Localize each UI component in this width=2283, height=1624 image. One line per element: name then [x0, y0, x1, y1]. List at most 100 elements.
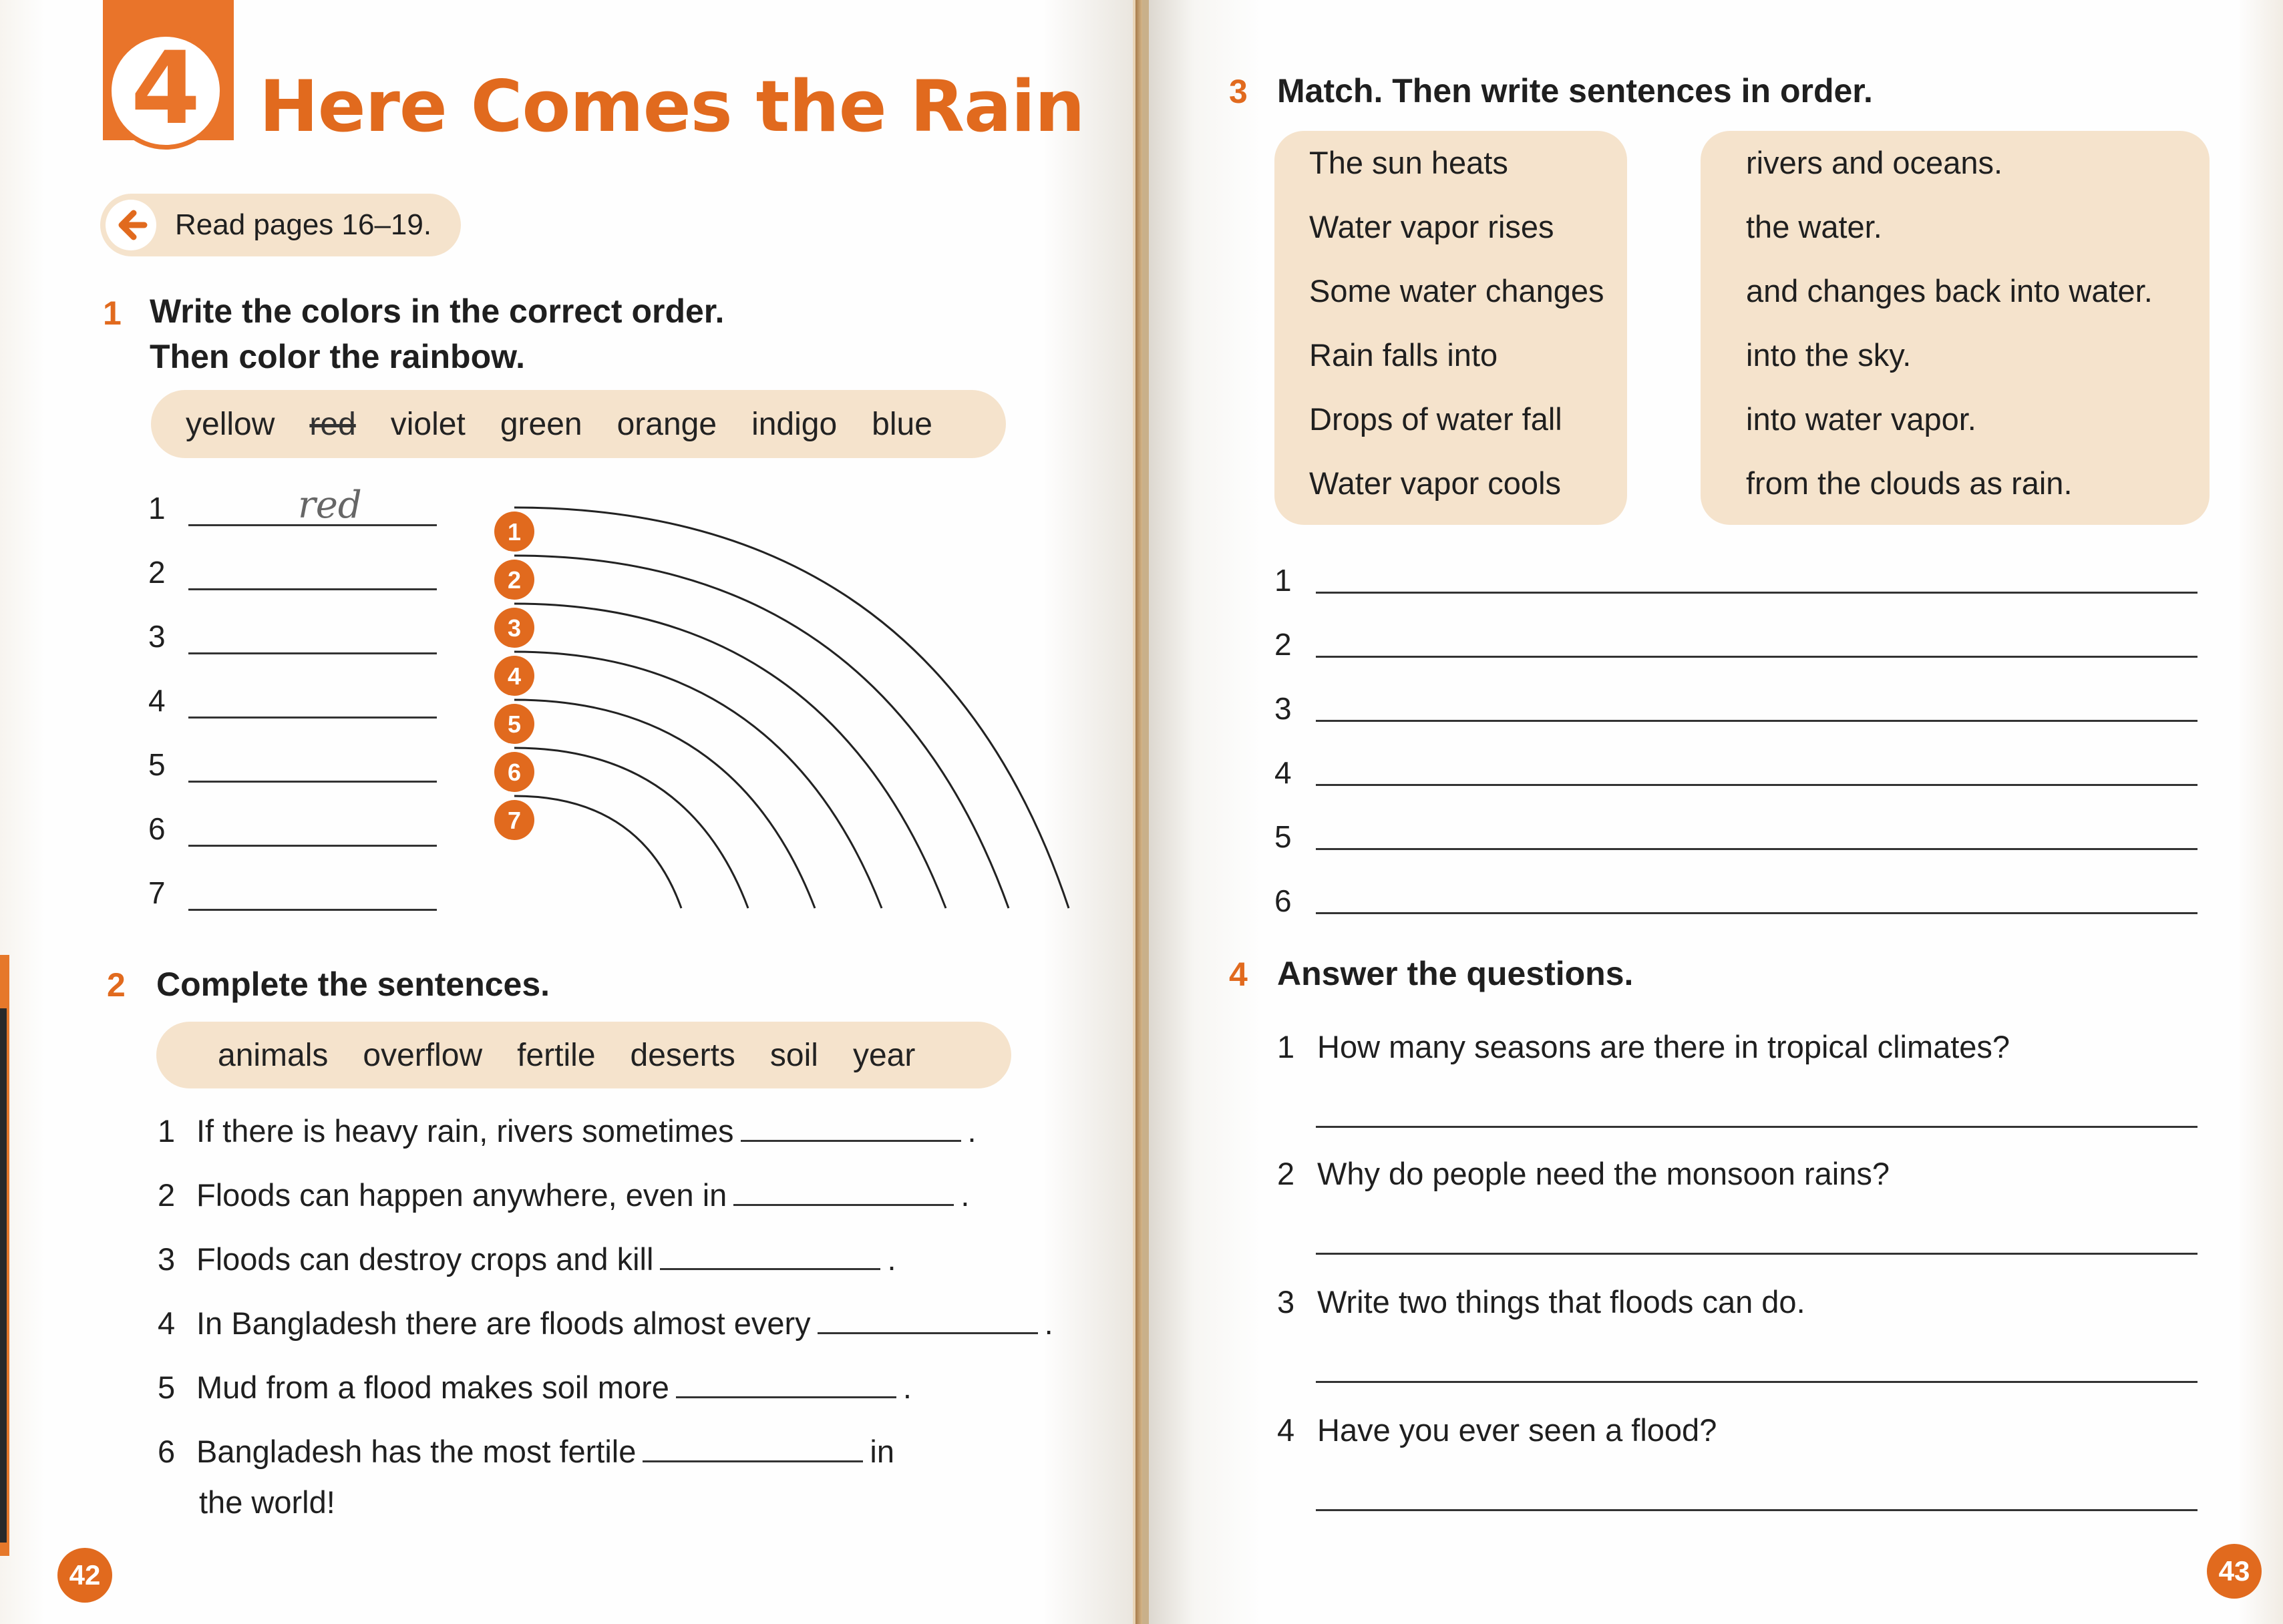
answer-write-line[interactable] — [1316, 1253, 2198, 1255]
svg-text:5: 5 — [508, 710, 521, 738]
answer-write-line[interactable] — [1316, 1126, 2198, 1128]
rainbow-diagram[interactable]: 1 2 3 4 5 6 7 — [468, 494, 1082, 922]
match-left-item[interactable]: Water vapor cools — [1309, 465, 1561, 501]
section-1-number: 1 — [103, 294, 122, 332]
match-right-item[interactable]: into water vapor. — [1746, 401, 1976, 437]
sentence-3[interactable]: 3 Floods can destroy crops and kill. — [158, 1239, 896, 1279]
sentence-write-line[interactable] — [1316, 848, 2198, 850]
word-bank-item: overflow — [363, 1037, 483, 1073]
sentence-6[interactable]: 6 Bangladesh has the most fertile in the w… — [158, 1432, 894, 1522]
left-page: 4 Here Comes the Rain Read pages 16–19. … — [0, 0, 1142, 1624]
sentence-blank[interactable] — [675, 1370, 896, 1398]
answer-write-line[interactable] — [1316, 1381, 2198, 1383]
question-number: 2 — [1277, 1156, 1295, 1191]
sentence-end: . — [902, 1370, 912, 1405]
sentence-text: Floods can happen anywhere, even in — [196, 1177, 727, 1213]
arrow-left-icon — [106, 200, 156, 250]
sentence-write-line[interactable] — [1316, 784, 2198, 786]
sentence-blank[interactable] — [740, 1113, 961, 1142]
word-bank-item: indigo — [751, 406, 838, 442]
sentence-line-number: 1 — [1274, 563, 1292, 598]
match-right-item[interactable]: and changes back into water. — [1746, 272, 2153, 309]
sentence-blank[interactable] — [733, 1177, 954, 1206]
match-right-item[interactable]: rivers and oceans. — [1746, 144, 2002, 181]
read-pages-note: Read pages 16–19. — [100, 194, 461, 256]
sentence-text: Floods can destroy crops and kill — [196, 1241, 654, 1277]
sentence-4[interactable]: 4 In Bangladesh there are floods almost e… — [158, 1303, 1053, 1344]
sentence-end: . — [887, 1241, 896, 1277]
answer-line[interactable] — [188, 555, 437, 590]
section-2-number: 2 — [107, 966, 126, 1004]
color-answer-row[interactable]: 3 — [148, 618, 437, 654]
word-bank-item: animals — [218, 1037, 329, 1073]
sentence-line-number: 6 — [1274, 883, 1292, 918]
question-text: Why do people need the monsoon rains? — [1317, 1156, 1890, 1191]
sentence-line-number: 4 — [1274, 755, 1292, 790]
sentence-line-number: 3 — [1274, 691, 1292, 726]
sentence-write-line[interactable] — [1316, 656, 2198, 658]
read-pages-text: Read pages 16–19. — [175, 208, 432, 241]
answer-line[interactable] — [188, 875, 437, 911]
rainbow-label-4: 4 — [494, 656, 534, 696]
sentence-1[interactable]: 1 If there is heavy rain, rivers sometime… — [158, 1111, 977, 1151]
word-bank-item: yellow — [186, 406, 275, 442]
color-answer-row[interactable]: 2 — [148, 554, 437, 590]
chapter-title: Here Comes the Rain — [259, 65, 1085, 148]
match-left-item[interactable]: Some water changes — [1309, 272, 1604, 309]
sentence-text: Bangladesh has the most fertile — [196, 1434, 637, 1469]
sentence-write-line[interactable] — [1316, 912, 2198, 914]
section-1-title-line2: Then color the rainbow. — [150, 338, 526, 375]
match-left-item[interactable]: The sun heats — [1309, 144, 1508, 181]
section-3-title: Match. Then write sentences in order. — [1277, 72, 1873, 110]
sentence-blank[interactable] — [817, 1305, 1038, 1334]
answer-number: 7 — [148, 875, 166, 910]
sentence-write-line[interactable] — [1316, 592, 2198, 594]
match-left-item[interactable]: Drops of water fall — [1309, 401, 1562, 437]
sentence-2[interactable]: 2 Floods can happen anywhere, even in. — [158, 1175, 969, 1215]
match-left-item[interactable]: Water vapor rises — [1309, 208, 1554, 245]
sentence-blank[interactable] — [643, 1434, 864, 1462]
sentence-end: in — [870, 1434, 894, 1469]
svg-text:3: 3 — [508, 614, 521, 642]
sentence-write-line[interactable] — [1316, 720, 2198, 722]
sentence-line-number: 5 — [1274, 819, 1292, 854]
question-text: How many seasons are there in tropical c… — [1317, 1029, 2010, 1064]
sentence-number: 3 — [158, 1241, 176, 1277]
section-3-number: 3 — [1229, 73, 1248, 110]
color-answer-row[interactable]: 6 — [148, 811, 437, 847]
rainbow-label-1: 1 — [494, 512, 534, 552]
answer-line[interactable] — [188, 683, 437, 719]
svg-text:6: 6 — [508, 759, 521, 786]
page-edge-shadow — [0, 1008, 7, 1543]
sentence-text: In Bangladesh there are floods almost ev… — [196, 1305, 811, 1341]
match-right-item[interactable]: from the clouds as rain. — [1746, 465, 2073, 501]
sentence-word-bank: animals overflow fertile deserts soil ye… — [156, 1022, 1011, 1088]
answer-line[interactable]: red — [188, 483, 437, 527]
question-number: 1 — [1277, 1029, 1295, 1064]
sentence-number: 6 — [158, 1434, 176, 1469]
answer-line[interactable] — [188, 747, 437, 783]
chapter-number-badge: 4 — [107, 32, 224, 150]
match-right-item[interactable]: into the sky. — [1746, 337, 1911, 373]
sentence-line-number: 2 — [1274, 627, 1292, 662]
word-bank-item-crossed: red — [309, 406, 356, 442]
word-bank-item: fertile — [517, 1037, 596, 1073]
section-4-title: Answer the questions. — [1277, 955, 1634, 992]
match-left-item[interactable]: Rain falls into — [1309, 337, 1498, 373]
answer-write-line[interactable] — [1316, 1509, 2198, 1511]
sentence-number: 2 — [158, 1177, 176, 1213]
color-answer-row[interactable]: 5 — [148, 747, 437, 783]
color-answer-row[interactable]: 7 — [148, 875, 437, 911]
svg-text:2: 2 — [508, 566, 521, 594]
page-number-right: 43 — [2207, 1544, 2262, 1599]
sentence-blank[interactable] — [660, 1241, 881, 1270]
question-4: 4 Have you ever seen a flood? — [1277, 1412, 1717, 1448]
answer-line[interactable] — [188, 619, 437, 654]
word-bank-item: soil — [769, 1037, 818, 1073]
color-answer-row[interactable]: 1 red — [148, 483, 437, 527]
answer-line[interactable] — [188, 811, 437, 847]
sentence-5[interactable]: 5 Mud from a flood makes soil more. — [158, 1368, 912, 1408]
match-right-item[interactable]: the water. — [1746, 208, 1882, 245]
svg-text:1: 1 — [508, 518, 521, 546]
color-answer-row[interactable]: 4 — [148, 682, 437, 719]
